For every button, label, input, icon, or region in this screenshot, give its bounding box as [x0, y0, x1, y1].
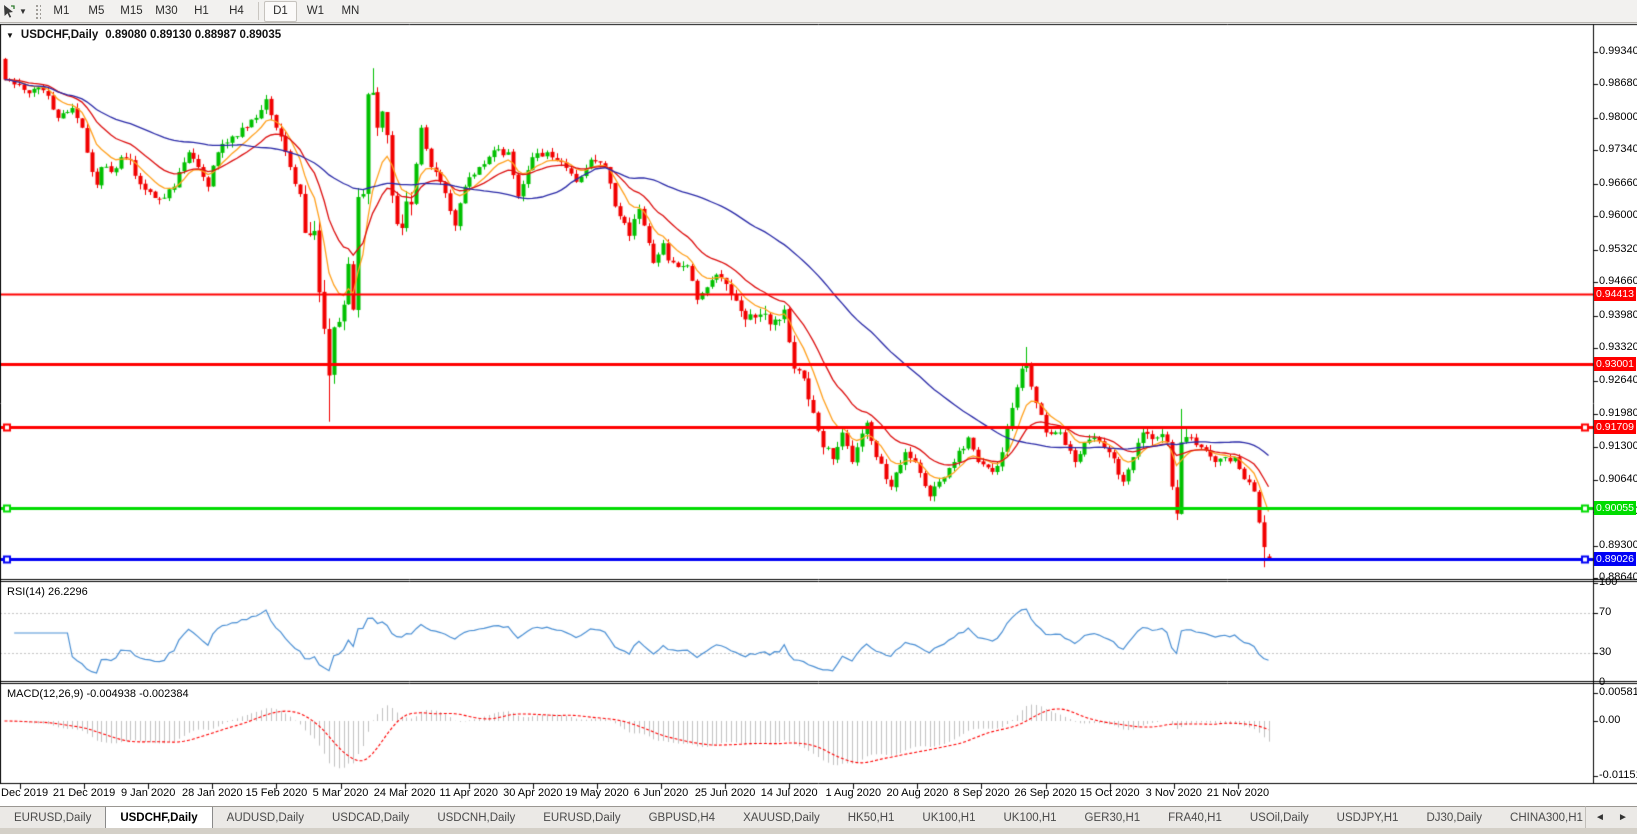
price-line-badge: 0.93001: [1594, 357, 1636, 371]
date-tick-label: 3 Dec 2019: [0, 787, 48, 799]
price-tick-label: 0.97340: [1599, 143, 1637, 155]
price-tick-label: 0.95320: [1599, 243, 1637, 255]
price-line-badge: 0.90055: [1594, 501, 1636, 515]
price-chart-canvas[interactable]: [0, 23, 1637, 806]
rsi-label: RSI(14) 26.2296: [7, 586, 88, 598]
toolbar-grip[interactable]: [34, 3, 41, 19]
chart-tab-fra40-h1[interactable]: FRA40,H1: [1154, 807, 1236, 828]
timeframe-button-m30[interactable]: M30: [150, 1, 183, 22]
chart-title: ▼ USDCHF,Daily 0.89080 0.89130 0.88987 0…: [6, 29, 281, 41]
chart-tab-eurusd-daily[interactable]: EURUSD,Daily: [0, 807, 105, 828]
chart-tab-usoil-daily[interactable]: USOil,Daily: [1236, 807, 1323, 828]
date-tick-label: 26 Sep 2020: [1014, 787, 1076, 799]
date-tick-label: 3 Nov 2020: [1146, 787, 1202, 799]
price-tick-label: 0.89300: [1599, 539, 1637, 551]
timeframe-button-d1[interactable]: D1: [264, 1, 297, 22]
timeframe-button-w1[interactable]: W1: [299, 1, 332, 22]
rsi-tick-label: 30: [1599, 646, 1611, 658]
chart-tab-bar: EURUSD,DailyUSDCHF,DailyAUDUSD,DailyUSDC…: [0, 806, 1637, 828]
date-tick-label: 21 Dec 2019: [53, 787, 115, 799]
chart-cursor-icon: [2, 4, 16, 18]
rsi-tick-label: 70: [1599, 606, 1611, 618]
date-tick-label: 25 Jun 2020: [695, 787, 756, 799]
chart-tab-xauusd-daily[interactable]: XAUUSD,Daily: [729, 807, 834, 828]
price-tick-label: 0.98000: [1599, 111, 1637, 123]
chart-tab-uk100-h1[interactable]: UK100,H1: [989, 807, 1070, 828]
chart-tab-gbpusd-h4[interactable]: GBPUSD,H4: [635, 807, 729, 828]
date-tick-label: 14 Jul 2020: [761, 787, 818, 799]
chart-ohlc-values: 0.89080 0.89130 0.88987 0.89035: [105, 29, 281, 41]
toolbar-divider: [258, 2, 259, 20]
rsi-tick-label: 100: [1599, 576, 1617, 588]
timeframe-button-mn[interactable]: MN: [334, 1, 367, 22]
date-tick-label: 8 Sep 2020: [953, 787, 1009, 799]
mt4-terminal-window: ▼ M1M5M15M30H1H4 D1W1MN ▼ USDCHF,Daily 0.…: [0, 0, 1637, 834]
price-tick-label: 0.99340: [1599, 45, 1637, 57]
date-tick-label: 15 Feb 2020: [246, 787, 308, 799]
macd-tick-label: 0.00: [1599, 714, 1620, 726]
cursor-tool-button[interactable]: ▼: [0, 1, 31, 21]
macd-tick-label: 0.005818: [1599, 686, 1637, 698]
tab-scroll-arrows: ◄ ►: [1585, 806, 1637, 828]
date-tick-label: 21 Nov 2020: [1207, 787, 1269, 799]
timeframe-toolbar: ▼ M1M5M15M30H1H4 D1W1MN: [0, 0, 1637, 23]
date-tick-label: 30 Apr 2020: [503, 787, 562, 799]
date-tick-label: 28 Jan 2020: [182, 787, 243, 799]
macd-label: MACD(12,26,9) -0.004938 -0.002384: [7, 688, 189, 700]
price-tick-label: 0.96000: [1599, 209, 1637, 221]
cursor-tool-dropdown-icon[interactable]: ▼: [19, 7, 27, 16]
price-line-badge: 0.89026: [1594, 552, 1636, 566]
date-tick-label: 6 Jun 2020: [634, 787, 688, 799]
chart-collapse-icon[interactable]: ▼: [6, 31, 14, 40]
price-tick-label: 0.92640: [1599, 374, 1637, 386]
price-tick-label: 0.93320: [1599, 341, 1637, 353]
date-tick-label: 1 Aug 2020: [825, 787, 881, 799]
chart-tab-ger30-h1[interactable]: GER30,H1: [1071, 807, 1155, 828]
timeframe-button-m5[interactable]: M5: [80, 1, 113, 22]
chart-tab-hk50-h1[interactable]: HK50,H1: [834, 807, 909, 828]
chart-tab-dj30-daily[interactable]: DJ30,Daily: [1412, 807, 1496, 828]
chart-tab-usdjpy-h1[interactable]: USDJPY,H1: [1323, 807, 1413, 828]
chart-tab-usdcnh-daily[interactable]: USDCNH,Daily: [423, 807, 529, 828]
price-tick-label: 0.91300: [1599, 440, 1637, 452]
window-bottom-strip: [0, 828, 1637, 834]
price-tick-label: 0.96660: [1599, 177, 1637, 189]
timeframe-button-m15[interactable]: M15: [115, 1, 148, 22]
price-line-badge: 0.94413: [1594, 287, 1636, 301]
price-tick-label: 0.98680: [1599, 77, 1637, 89]
chart-tab-audusd-daily[interactable]: AUDUSD,Daily: [213, 807, 318, 828]
timeframe-button-m1[interactable]: M1: [45, 1, 78, 22]
macd-tick-label: -0.011514: [1599, 769, 1637, 781]
price-tick-label: 0.93980: [1599, 309, 1637, 321]
date-tick-label: 15 Oct 2020: [1080, 787, 1140, 799]
tab-scroll-left-icon[interactable]: ◄: [1591, 812, 1609, 823]
date-tick-label: 19 May 2020: [565, 787, 629, 799]
timeframe-button-h4[interactable]: H4: [220, 1, 253, 22]
chart-tab-uk100-h1[interactable]: UK100,H1: [908, 807, 989, 828]
tab-scroll-right-icon[interactable]: ►: [1614, 812, 1632, 823]
chart-tab-usdchf-daily[interactable]: USDCHF,Daily: [105, 806, 212, 828]
price-tick-label: 0.90640: [1599, 473, 1637, 485]
date-tick-label: 11 Apr 2020: [439, 787, 498, 799]
chart-tab-usdcad-daily[interactable]: USDCAD,Daily: [318, 807, 423, 828]
chart-tab-china300-h1[interactable]: CHINA300,H1: [1496, 807, 1597, 828]
date-tick-label: 20 Aug 2020: [886, 787, 948, 799]
date-tick-label: 24 Mar 2020: [374, 787, 436, 799]
price-tick-label: 0.94660: [1599, 275, 1637, 287]
chart-tab-eurusd-daily[interactable]: EURUSD,Daily: [529, 807, 634, 828]
chart-symbol-label: USDCHF,Daily: [21, 29, 98, 41]
timeframe-button-h1[interactable]: H1: [185, 1, 218, 22]
price-tick-label: 0.91980: [1599, 407, 1637, 419]
date-tick-label: 9 Jan 2020: [121, 787, 175, 799]
date-tick-label: 5 Mar 2020: [313, 787, 369, 799]
price-line-badge: 0.91709: [1594, 420, 1636, 434]
